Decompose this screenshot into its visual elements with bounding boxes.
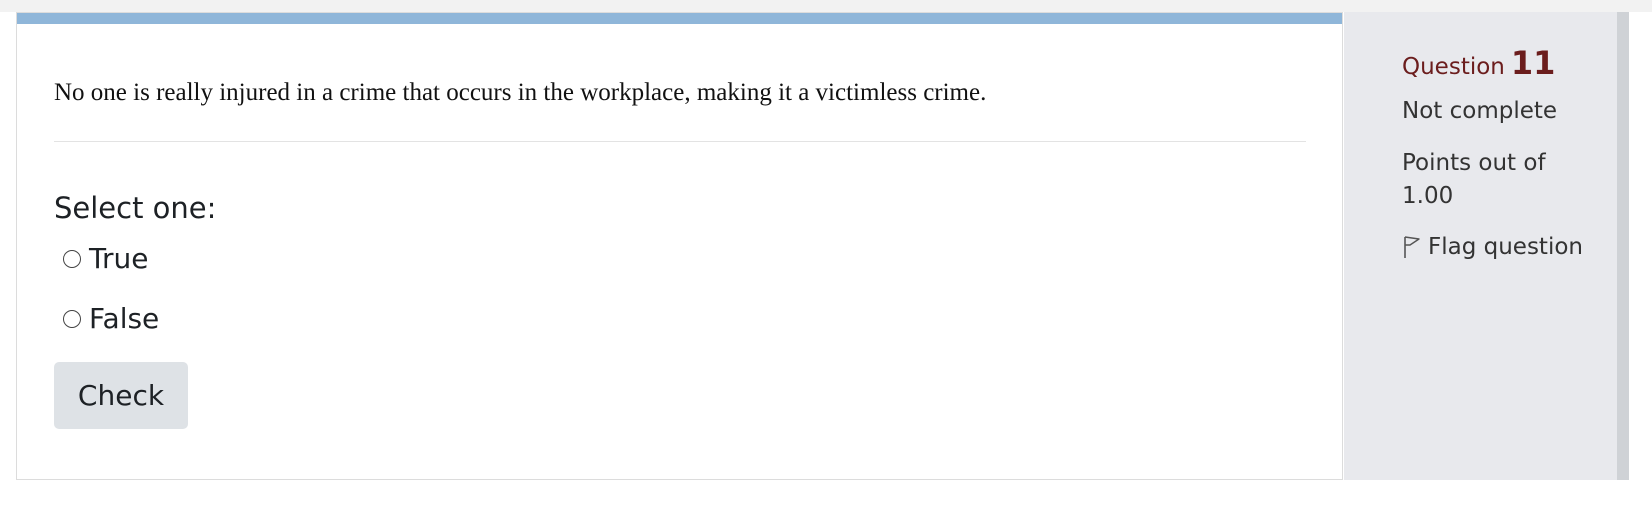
question-grade: Points out of 1.00 — [1402, 150, 1546, 209]
question-state: Not complete — [1402, 98, 1558, 124]
card-top-accent-bar — [17, 13, 1342, 24]
flag-question-label: Flag question — [1428, 234, 1583, 260]
question-info-panel: Question 11 Not complete Points out of 1.… — [1344, 12, 1617, 480]
question-word: Question — [1402, 54, 1505, 80]
question-content-card: No one is really injured in a crime that… — [16, 12, 1343, 480]
answer-label-false: False — [89, 302, 160, 335]
divider — [54, 141, 1306, 142]
flag-question-button[interactable]: Flag question — [1402, 234, 1583, 260]
answer-option-true[interactable]: True — [63, 241, 148, 277]
sidebar-scrollbar[interactable] — [1617, 12, 1629, 480]
radio-false[interactable] — [63, 310, 81, 328]
flag-outline-icon[interactable] — [1402, 234, 1422, 260]
question-number-heading: Question 11 — [1402, 44, 1555, 82]
select-one-prompt: Select one: — [54, 191, 217, 225]
answer-label-true: True — [89, 242, 149, 275]
radio-true[interactable] — [63, 250, 81, 268]
answer-option-false[interactable]: False — [63, 301, 159, 337]
page-top-strip — [0, 0, 1652, 12]
question-number: 11 — [1510, 44, 1556, 82]
check-button[interactable]: Check — [54, 362, 188, 429]
question-text: No one is really injured in a crime that… — [54, 79, 987, 106]
